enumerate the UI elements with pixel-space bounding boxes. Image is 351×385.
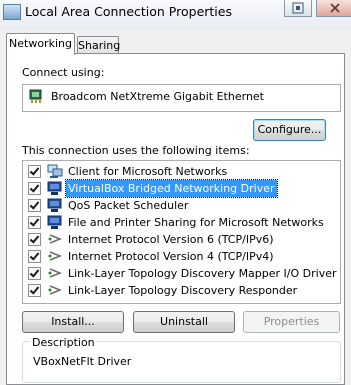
protocol-icon xyxy=(48,268,63,278)
list-item-label: Internet Protocol Version 6 (TCP/IPv6) xyxy=(68,233,274,246)
network-service-icon xyxy=(47,181,62,195)
checkbox[interactable] xyxy=(28,182,41,195)
list-item-client-for-microsoft-networks[interactable]: Client for Microsoft Networks xyxy=(23,163,340,180)
title-bar: Local Area Connection Properties xyxy=(0,0,351,30)
close-button[interactable] xyxy=(316,0,351,17)
items-label: This connection uses the following items… xyxy=(22,144,250,157)
list-item-file-and-printer-sharing[interactable]: File and Printer Sharing for Microsoft N… xyxy=(23,214,340,231)
list-item-lltd-responder[interactable]: Link-Layer Topology Discovery Responder xyxy=(23,282,340,299)
checkbox[interactable] xyxy=(28,250,41,263)
uninstall-button[interactable]: Uninstall xyxy=(133,311,235,333)
protocol-icon xyxy=(48,285,63,295)
list-item-label: File and Printer Sharing for Microsoft N… xyxy=(68,216,324,229)
list-item-label: QoS Packet Scheduler xyxy=(68,199,189,212)
connect-using-label: Connect using: xyxy=(22,66,105,79)
tab-sharing[interactable]: Sharing xyxy=(77,36,120,54)
checkbox[interactable] xyxy=(28,284,41,297)
list-item-label: Link-Layer Topology Discovery Responder xyxy=(68,284,298,297)
list-item-ipv6[interactable]: Internet Protocol Version 6 (TCP/IPv6) xyxy=(23,231,340,248)
components-list[interactable]: Client for Microsoft Networks VirtualBox… xyxy=(22,160,341,304)
network-service-icon xyxy=(47,215,62,229)
list-item-ipv4[interactable]: Internet Protocol Version 4 (TCP/IPv4) xyxy=(23,248,340,265)
list-item-label: VirtualBox Bridged Networking Driver xyxy=(65,179,278,198)
network-client-icon xyxy=(47,164,63,178)
properties-button[interactable]: Properties xyxy=(243,311,340,333)
list-item-lltd-mapper[interactable]: Link-Layer Topology Discovery Mapper I/O… xyxy=(23,265,340,282)
install-button[interactable]: Install... xyxy=(22,311,124,333)
configure-button[interactable]: Configure... xyxy=(253,119,326,141)
help-button[interactable] xyxy=(284,0,312,17)
tab-networking[interactable]: Networking xyxy=(6,33,75,55)
adapter-field: Broadcom NetXtreme Gigabit Ethernet xyxy=(22,84,341,112)
network-adapter-icon xyxy=(29,89,42,103)
question-icon xyxy=(292,2,304,14)
checkbox[interactable] xyxy=(28,216,41,229)
window-title: Local Area Connection Properties xyxy=(25,4,232,19)
list-item-qos-packet-scheduler[interactable]: QoS Packet Scheduler xyxy=(23,197,340,214)
adapter-name: Broadcom NetXtreme Gigabit Ethernet xyxy=(51,90,264,103)
description-text: VBoxNetFlt Driver xyxy=(33,355,132,368)
network-service-icon xyxy=(47,198,62,212)
checkbox[interactable] xyxy=(28,233,41,246)
list-item-virtualbox-bridged-networking-driver[interactable]: VirtualBox Bridged Networking Driver xyxy=(23,179,340,198)
checkbox[interactable] xyxy=(28,199,41,212)
list-item-label: Link-Layer Topology Discovery Mapper I/O… xyxy=(68,267,337,280)
protocol-icon xyxy=(48,251,63,261)
checkbox[interactable] xyxy=(28,267,41,280)
checkbox[interactable] xyxy=(28,165,41,178)
description-label: Description xyxy=(30,336,97,349)
list-item-label: Client for Microsoft Networks xyxy=(68,165,228,178)
close-icon xyxy=(329,3,340,13)
network-window-icon xyxy=(3,4,21,20)
list-item-label: Internet Protocol Version 4 (TCP/IPv4) xyxy=(68,250,274,263)
protocol-icon xyxy=(48,234,63,244)
